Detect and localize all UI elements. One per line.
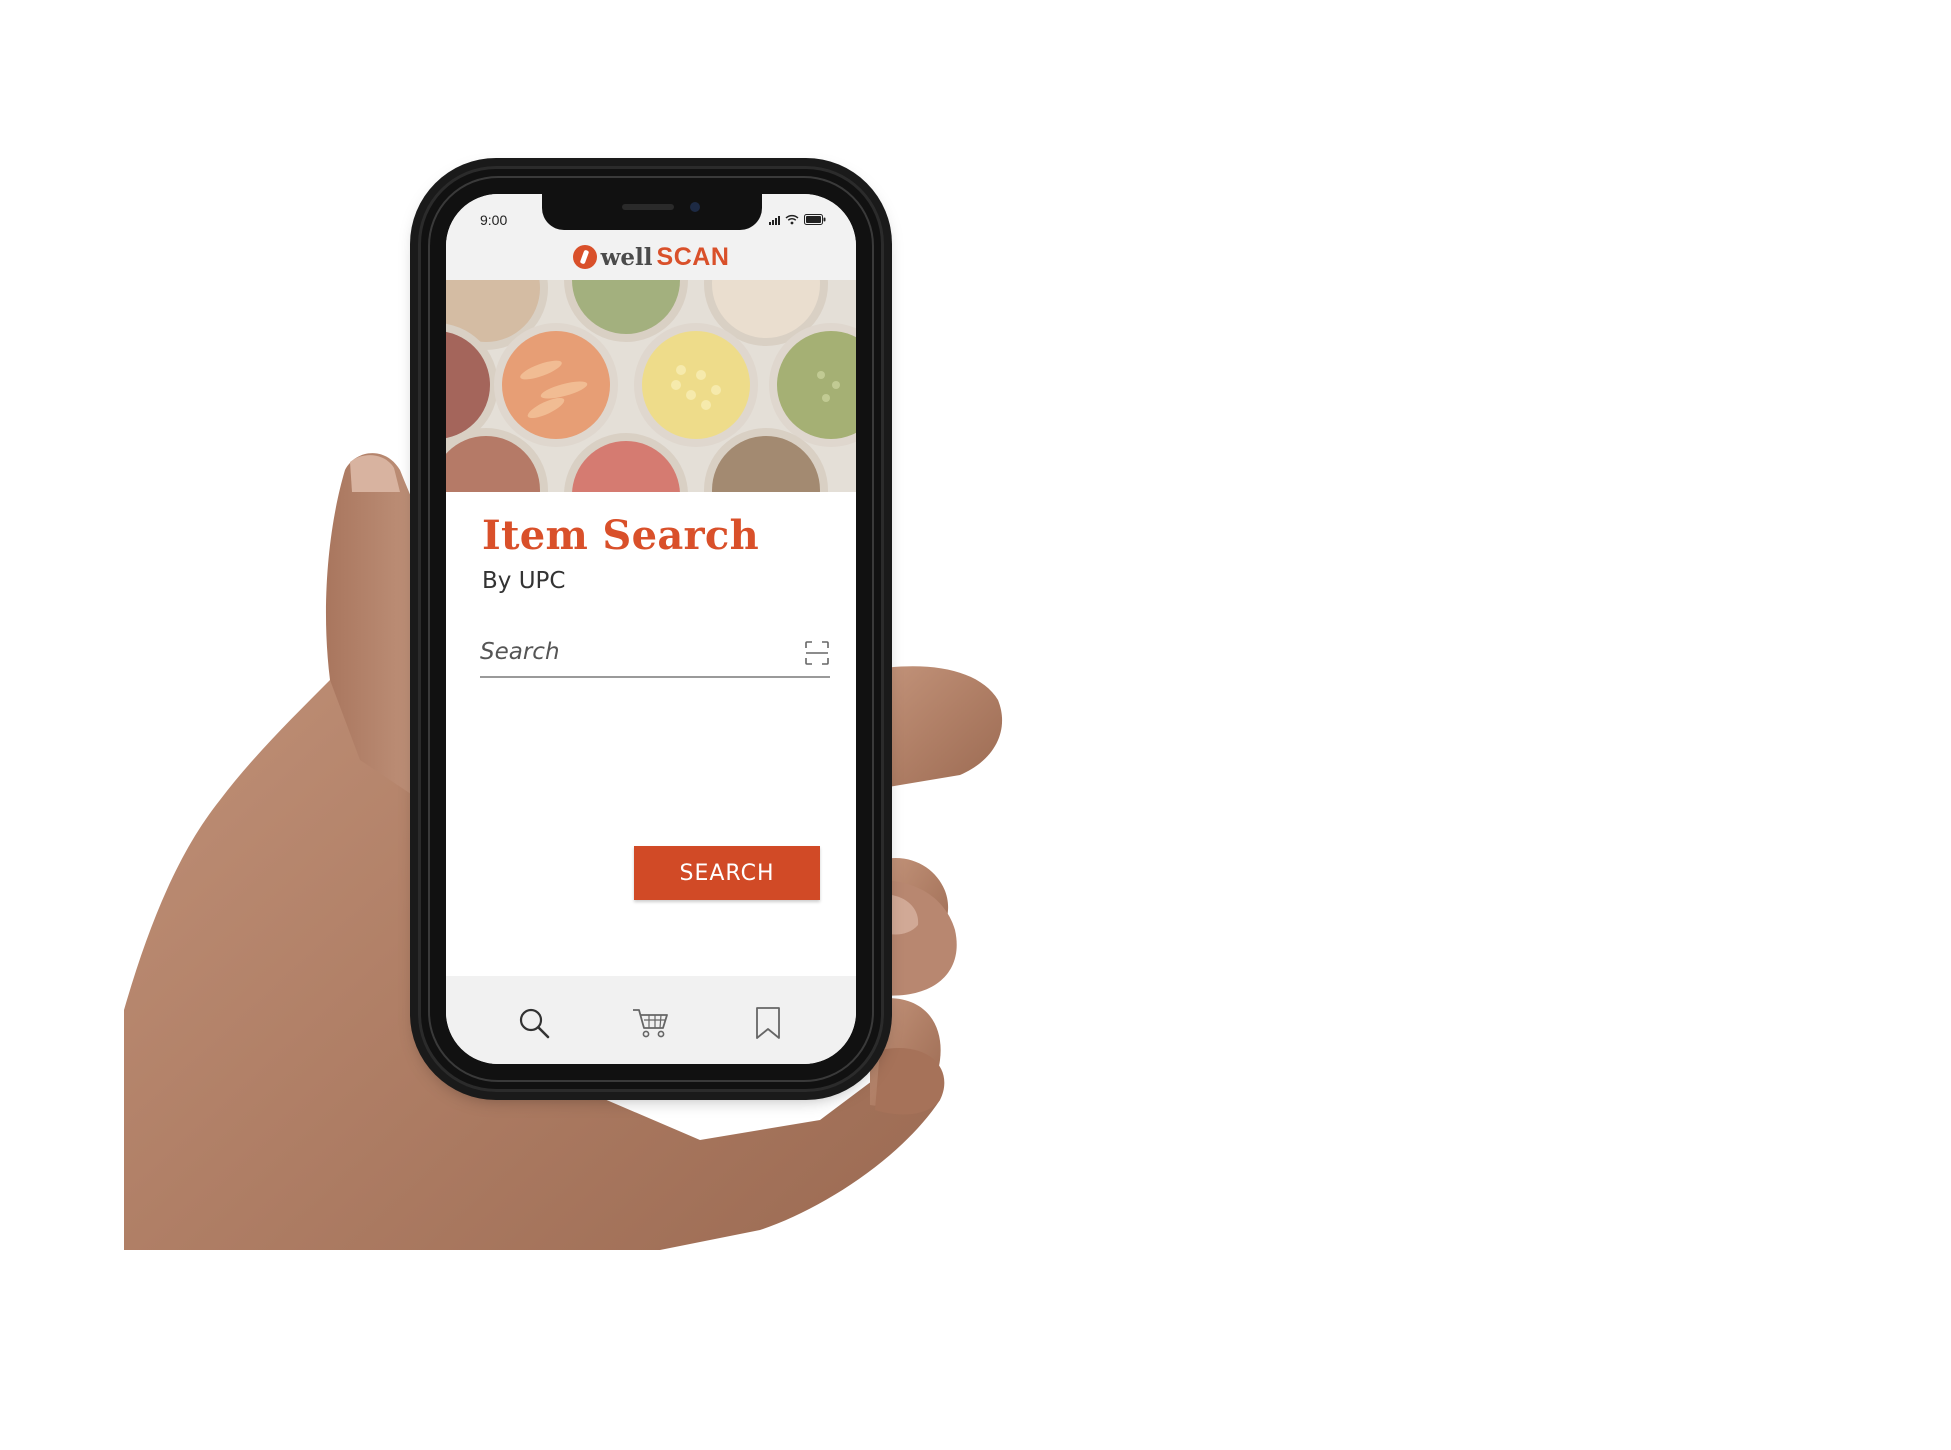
search-field bbox=[480, 630, 830, 678]
cart-icon bbox=[631, 1006, 671, 1045]
wellscan-logo-icon bbox=[572, 245, 597, 269]
tab-search[interactable] bbox=[494, 976, 574, 1046]
phone-frame: 9:00 well SCAN Item Search By UPC Search… bbox=[418, 166, 884, 1092]
phone-screen: 9:00 well SCAN Item Search By UPC Search… bbox=[446, 194, 856, 1064]
phone-notch bbox=[542, 194, 762, 230]
signal-icon bbox=[769, 215, 780, 225]
tab-saved[interactable] bbox=[728, 976, 808, 1046]
page-subtitle: By UPC bbox=[482, 568, 566, 594]
wellscan-logo[interactable]: well SCAN bbox=[572, 242, 730, 272]
hand-illustration bbox=[124, 436, 1003, 1250]
mockup-scene: 9:00 well SCAN Item Search By UPC Search… bbox=[0, 0, 1951, 1450]
search-button[interactable]: SEARCH bbox=[634, 846, 820, 900]
barcode-scan-icon[interactable] bbox=[804, 640, 830, 666]
hero-overlay bbox=[446, 280, 856, 492]
status-icons bbox=[769, 214, 826, 225]
tab-cart[interactable] bbox=[611, 976, 691, 1046]
logo-text-well: well bbox=[600, 243, 653, 271]
status-time: 9:00 bbox=[480, 212, 508, 228]
wifi-icon bbox=[785, 214, 799, 225]
battery-icon bbox=[804, 214, 826, 225]
bottom-tab-bar bbox=[446, 976, 856, 1064]
page-title: Item Search bbox=[482, 512, 759, 559]
search-icon bbox=[517, 1006, 551, 1045]
logo-text-scan: SCAN bbox=[656, 242, 730, 271]
hero-image-canned-food bbox=[446, 280, 856, 492]
app-header: well SCAN bbox=[446, 234, 856, 280]
main-content: Item Search By UPC SEARCH bbox=[446, 492, 856, 972]
speaker-grille bbox=[622, 204, 674, 210]
bookmark-icon bbox=[753, 1006, 783, 1045]
front-camera bbox=[690, 202, 700, 212]
search-input[interactable] bbox=[480, 636, 780, 668]
